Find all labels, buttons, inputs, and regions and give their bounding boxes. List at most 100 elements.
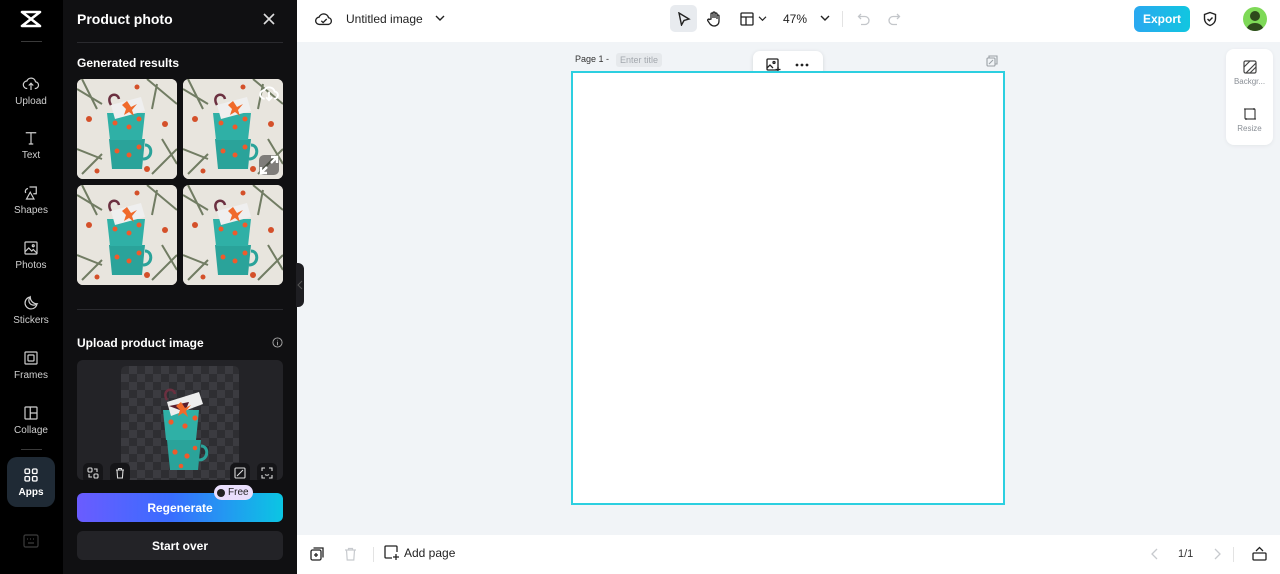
start-over-button[interactable]: Start over	[77, 531, 283, 560]
download-icon[interactable]	[259, 83, 279, 103]
regenerate-button[interactable]: Regenerate	[77, 493, 283, 522]
shield-check-icon[interactable]	[1202, 11, 1218, 27]
close-icon[interactable]	[261, 11, 277, 27]
rail-item-text[interactable]: Text	[7, 120, 55, 170]
info-icon[interactable]	[272, 337, 283, 348]
generated-result-thumbnail[interactable]	[183, 185, 283, 285]
brush-edit-icon	[234, 467, 246, 479]
page-label: Page 1 -	[575, 54, 610, 64]
upload-cloud-icon	[22, 77, 40, 90]
rail-item-frames[interactable]: Frames	[7, 340, 55, 390]
previous-page-icon[interactable]	[1151, 548, 1159, 560]
generated-result-thumbnail[interactable]	[77, 79, 177, 179]
chevron-down-icon[interactable]	[435, 14, 445, 22]
rail-divider	[21, 449, 42, 450]
page-indicator: 1/1	[1178, 548, 1194, 560]
panel-divider	[77, 309, 283, 310]
rail-item-stickers[interactable]: Stickers	[7, 285, 55, 335]
rail-item-photos[interactable]: Photos	[7, 230, 55, 280]
zoom-level[interactable]: 47%	[783, 12, 807, 26]
delete-page-icon[interactable]	[344, 547, 357, 561]
undo-icon[interactable]	[857, 12, 871, 26]
rail-item-shapes[interactable]: Shapes	[7, 175, 55, 225]
generated-result-thumbnail[interactable]	[183, 79, 283, 179]
user-avatar[interactable]	[1243, 7, 1267, 31]
layout-tool-button[interactable]	[737, 5, 769, 32]
zoom-chevron-down-icon[interactable]	[820, 14, 830, 22]
toolbar-divider	[1233, 547, 1234, 562]
generated-results-heading: Generated results	[77, 56, 180, 70]
keyboard-shortcuts-icon[interactable]	[23, 534, 39, 548]
clock-icon	[217, 488, 225, 497]
rail-label: Upload	[15, 96, 47, 107]
chevron-left-icon	[297, 280, 303, 290]
rail-label: Shapes	[14, 205, 48, 216]
background-pattern-icon	[1242, 60, 1257, 74]
chevron-down-icon	[758, 16, 766, 22]
more-options-icon[interactable]	[795, 63, 809, 67]
capcut-logo-icon[interactable]	[19, 9, 43, 29]
free-label: Free	[228, 487, 249, 498]
hand-icon	[706, 10, 720, 27]
select-tool-button[interactable]	[670, 5, 697, 32]
rail-divider	[21, 41, 42, 42]
product-cups-image	[163, 388, 209, 470]
add-page-label: Add page	[404, 545, 456, 560]
rail-label: Frames	[14, 370, 48, 381]
rail-item-upload[interactable]: Upload	[7, 66, 55, 116]
trash-icon	[116, 467, 124, 479]
scan-icon	[261, 467, 273, 479]
photos-icon	[24, 241, 38, 255]
resize-label: Resize	[1237, 124, 1262, 133]
apps-grid-icon	[24, 468, 38, 482]
frames-icon	[24, 351, 38, 365]
panel-title: Product photo	[77, 11, 173, 27]
design-canvas-page[interactable]	[571, 71, 1005, 505]
rail-label: Apps	[18, 487, 44, 498]
left-rail: Upload Text Shapes Photos Stickers Frame…	[0, 0, 63, 574]
text-icon	[25, 132, 37, 145]
panel-divider	[77, 42, 283, 43]
free-badge: Free	[214, 485, 253, 500]
resize-button[interactable]: Resize	[1226, 107, 1273, 133]
product-photo-panel: Product photo Generated results Upload p…	[63, 0, 297, 574]
export-button[interactable]: Export	[1134, 6, 1190, 32]
replace-image-button[interactable]	[83, 463, 103, 480]
focus-button[interactable]	[257, 463, 277, 480]
rail-item-apps[interactable]: Apps	[7, 457, 55, 507]
swap-icon	[87, 467, 99, 479]
duplicate-page-icon[interactable]	[986, 55, 998, 67]
page-manager-icon[interactable]	[1252, 546, 1267, 561]
collapse-panel-handle[interactable]	[296, 263, 304, 307]
add-page-button[interactable]: Add page	[384, 545, 455, 560]
stickers-icon	[24, 295, 39, 310]
collage-icon	[24, 406, 38, 420]
next-page-icon[interactable]	[1213, 548, 1221, 560]
redo-icon[interactable]	[887, 12, 901, 26]
rail-label: Text	[21, 150, 41, 161]
top-toolbar: Untitled image 47% Export	[297, 0, 1280, 42]
right-tools-panel: Backgr... Resize	[1226, 49, 1273, 145]
toolbar-divider	[842, 11, 843, 27]
add-page-icon	[384, 545, 399, 560]
toolbar-divider	[373, 547, 374, 562]
resize-icon	[1243, 108, 1256, 120]
page-title-input[interactable]: Enter title	[616, 53, 663, 67]
background-button[interactable]: Backgr...	[1226, 60, 1273, 86]
document-name[interactable]: Untitled image	[346, 12, 423, 26]
generated-result-thumbnail[interactable]	[77, 185, 177, 285]
rail-label: Collage	[14, 425, 48, 436]
bottom-toolbar: Add page 1/1	[297, 535, 1280, 574]
add-duplicate-page-icon[interactable]	[310, 547, 324, 561]
pointer-icon	[677, 11, 691, 26]
background-label: Backgr...	[1233, 77, 1266, 86]
edit-cutout-button[interactable]	[230, 463, 250, 480]
delete-image-button[interactable]	[110, 463, 130, 480]
hand-tool-button[interactable]	[703, 5, 725, 32]
rail-label: Stickers	[13, 315, 49, 326]
cloud-sync-icon[interactable]	[315, 11, 333, 27]
uploaded-product-image[interactable]	[77, 360, 283, 480]
shapes-icon	[24, 186, 37, 200]
rail-item-collage[interactable]: Collage	[7, 395, 55, 445]
expand-icon[interactable]	[259, 155, 279, 175]
